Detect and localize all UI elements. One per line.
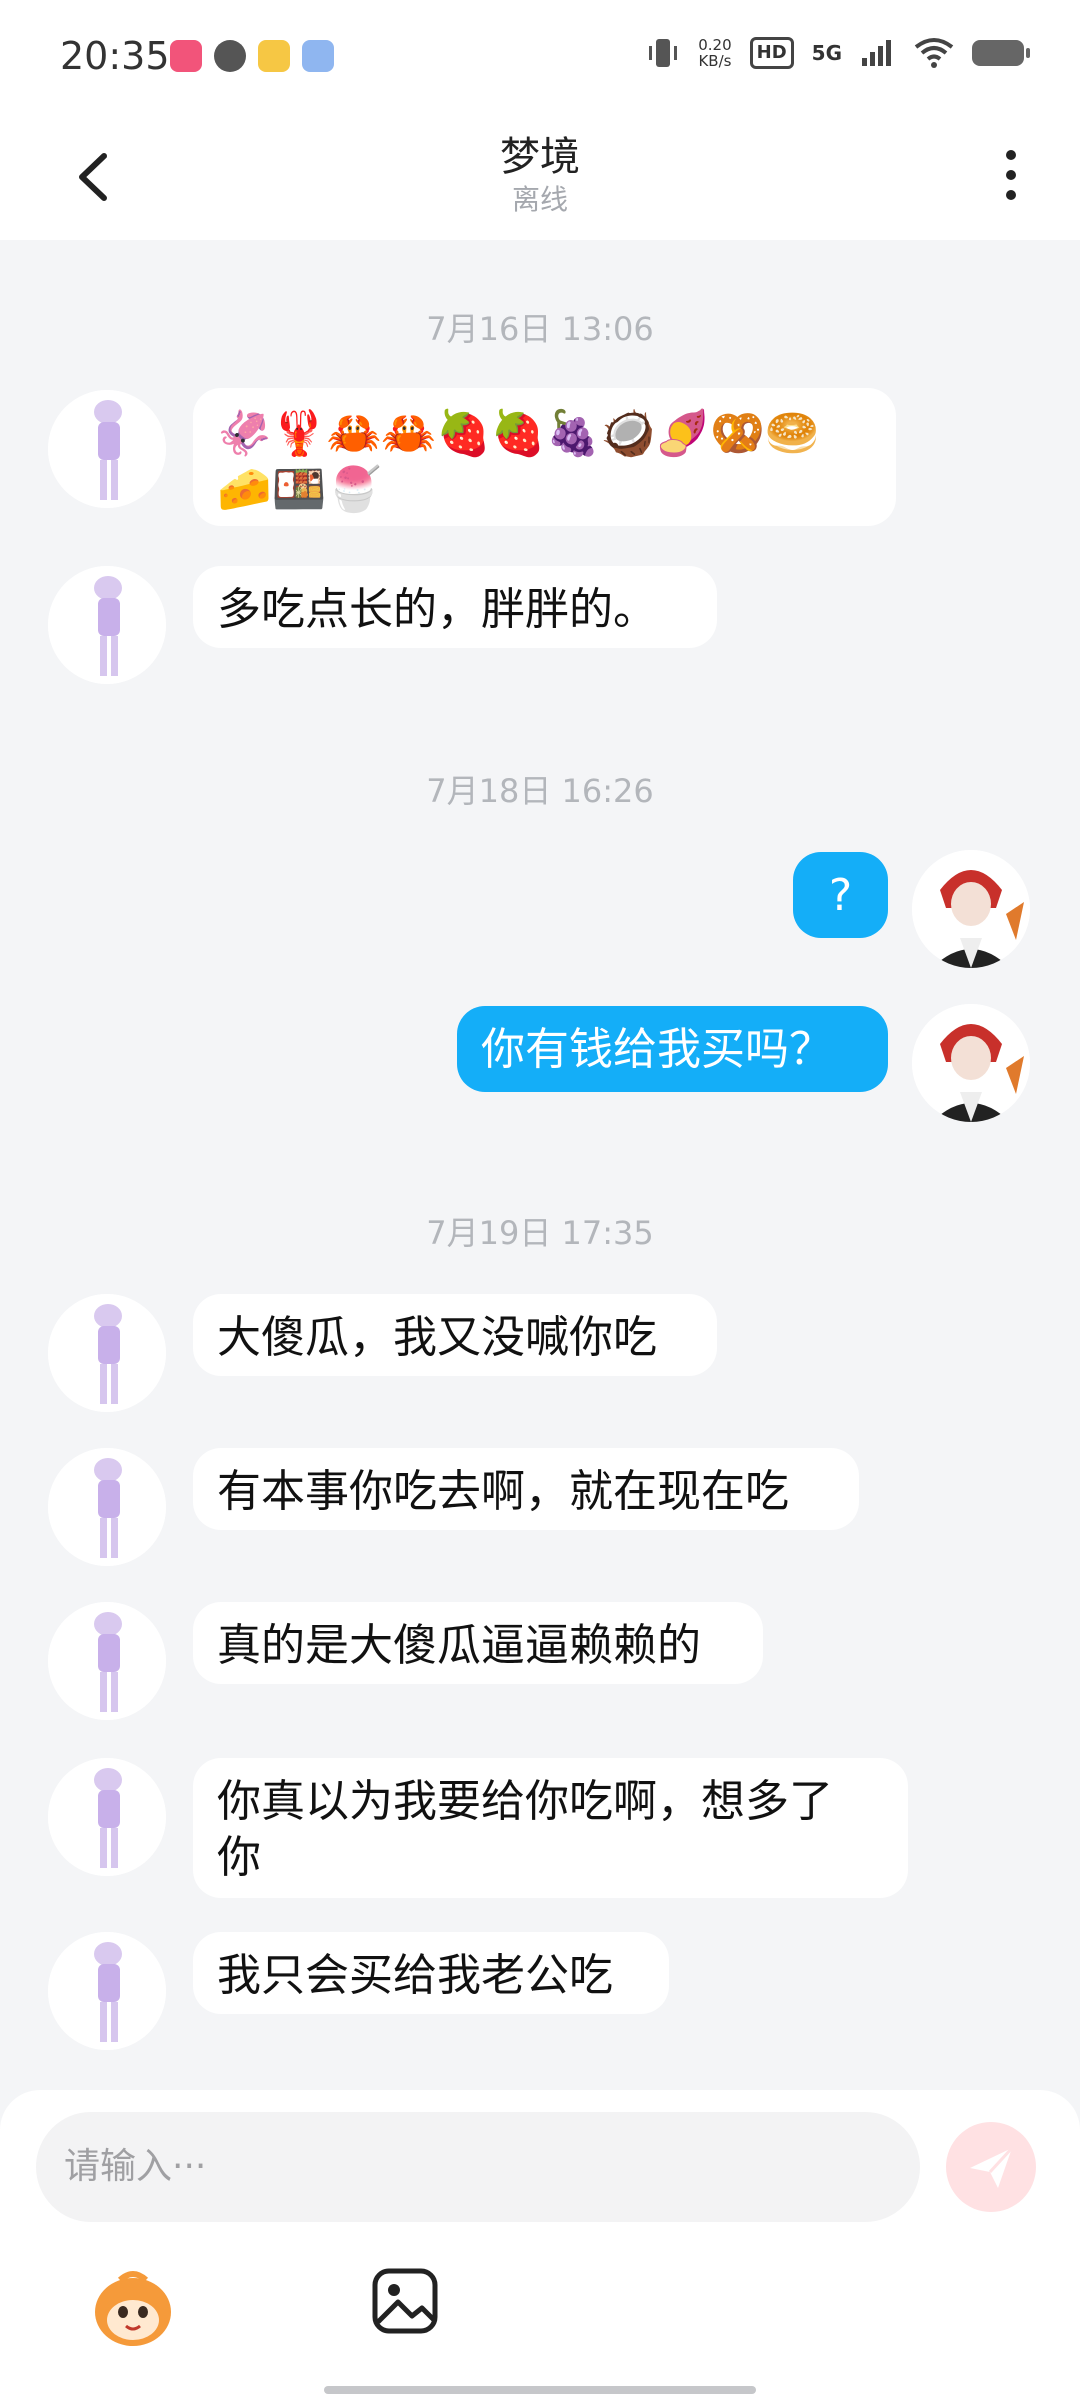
send-icon — [970, 2146, 1014, 2188]
signal-icon — [862, 40, 891, 66]
contact-avatar[interactable] — [48, 566, 166, 684]
chat-title: 梦境 — [500, 134, 580, 180]
net-speed-value: 0.20 — [698, 36, 732, 54]
message-bubble[interactable]: ? — [793, 852, 888, 938]
hd-badge: HD — [749, 37, 794, 69]
contact-avatar[interactable] — [48, 1758, 166, 1876]
message-bubble[interactable]: 大傻瓜，我又没喊你吃 — [193, 1294, 717, 1376]
timestamp-separator: 7月19日 17:35 — [426, 1214, 654, 1252]
message-bubble[interactable]: 多吃点长的，胖胖的。 — [193, 566, 717, 648]
contact-avatar[interactable] — [48, 390, 166, 508]
contact-avatar[interactable] — [48, 1294, 166, 1412]
contact-avatar[interactable] — [48, 1602, 166, 1720]
app-notification-icon — [170, 40, 202, 72]
message-bubble[interactable]: 你真以为我要给你吃啊，想多了 你 — [193, 1758, 908, 1898]
my-avatar[interactable] — [912, 850, 1030, 968]
composer: 请输入··· — [0, 2090, 1080, 2400]
status-app-icons — [170, 40, 334, 72]
emoji-line: 🦑🦞🦀🦀🍓🍓🍇🥥🍠🥨🥯 — [217, 408, 820, 459]
app-notification-icon — [302, 40, 334, 72]
send-button[interactable] — [946, 2122, 1036, 2212]
message-text-line: 你真以为我要给你吃啊，想多了 — [217, 1776, 833, 1827]
battery-icon — [972, 40, 1030, 66]
net-speed-unit: KB/s — [698, 52, 732, 70]
online-status: 离线 — [511, 183, 568, 216]
message-list[interactable]: 7月16日 13:06 🦑🦞🦀🦀🍓🍓🍇🥥🍠🥨🥯 🧀🍱🍧 多吃点长的，胖胖的。 7… — [0, 240, 1080, 2090]
status-bar: 20:35 0.20 KB/s HD 5G — [0, 0, 1080, 112]
message-bubble[interactable]: 我只会买给我老公吃 — [193, 1932, 669, 2014]
my-avatar[interactable] — [912, 1004, 1030, 1122]
contact-avatar[interactable] — [48, 1448, 166, 1566]
message-bubble[interactable]: 你有钱给我买吗？ — [457, 1006, 888, 1092]
message-bubble[interactable]: 有本事你吃去啊，就在现在吃 — [193, 1448, 859, 1530]
vibrate-icon — [649, 39, 678, 67]
message-bubble[interactable]: 真的是大傻瓜逼逼赖赖的 — [193, 1602, 763, 1684]
sticker-icon[interactable] — [90, 2266, 176, 2352]
timestamp-separator: 7月16日 13:06 — [426, 310, 654, 348]
home-indicator[interactable] — [324, 2386, 756, 2394]
timestamp-separator: 7月18日 16:26 — [426, 772, 654, 810]
chat-header: 梦境 离线 — [0, 112, 1080, 240]
app-notification-icon — [258, 40, 290, 72]
image-icon[interactable] — [370, 2266, 440, 2336]
message-text-line: 你 — [217, 1832, 261, 1883]
status-time: 20:35 — [60, 34, 170, 78]
cloud-icon — [214, 40, 246, 72]
message-input[interactable]: 请输入··· — [36, 2112, 920, 2222]
wifi-icon — [914, 38, 954, 68]
emoji-line: 🧀🍱🍧 — [217, 464, 382, 515]
more-vertical-icon[interactable] — [996, 140, 1026, 210]
message-bubble[interactable]: 🦑🦞🦀🦀🍓🍓🍇🥥🍠🥨🥯 🧀🍱🍧 — [193, 388, 896, 526]
network-type: 5G — [811, 41, 842, 65]
contact-avatar[interactable] — [48, 1932, 166, 2050]
status-indicators: 0.20 KB/s HD 5G — [646, 36, 1030, 70]
net-speed: 0.20 KB/s — [698, 37, 731, 69]
